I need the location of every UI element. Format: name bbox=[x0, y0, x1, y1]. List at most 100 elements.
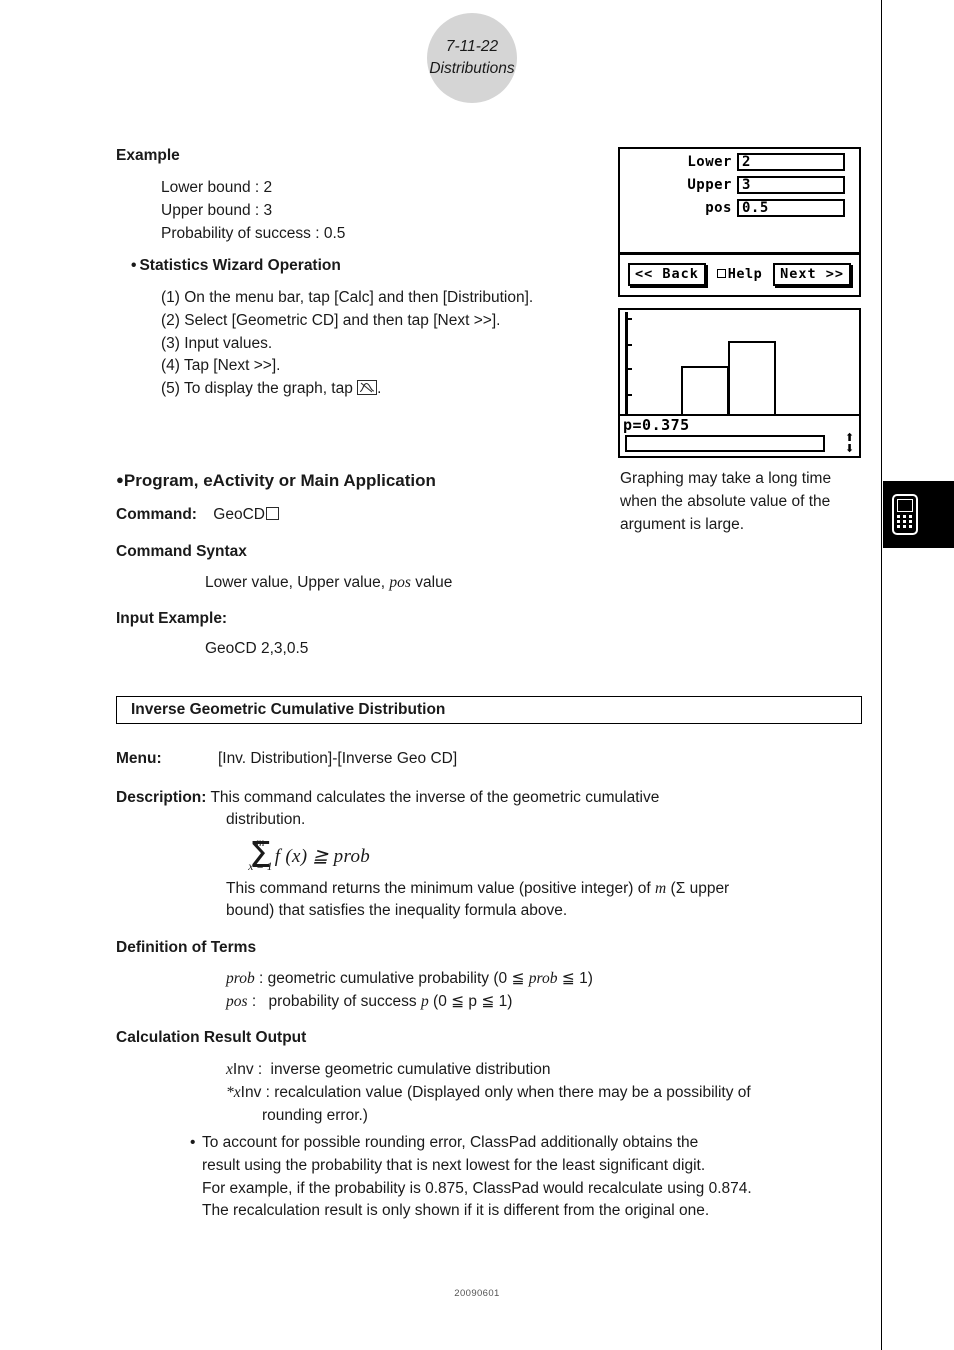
term-pos-sep: : bbox=[251, 993, 257, 1010]
wizard-step-5-tail: . bbox=[377, 380, 382, 398]
graph-y-axis bbox=[625, 312, 628, 416]
wizard-steps: (1) On the menu bar, tap [Calc] and then… bbox=[161, 287, 533, 401]
example-line-upper: Upper bound : 3 bbox=[161, 201, 273, 219]
page-right-rule bbox=[881, 0, 882, 1350]
wizard-row-lower: Lower 2 bbox=[620, 153, 859, 171]
term-pos-post: (0 ≦ p ≦ 1) bbox=[433, 993, 513, 1010]
note-line-3: For example, if the probability is 0.875… bbox=[202, 1179, 752, 1197]
wizard-step-2: (2) Select [Geometric CD] and then tap [… bbox=[161, 311, 501, 329]
command-label: Command: bbox=[116, 506, 197, 523]
example-heading: Example bbox=[116, 147, 180, 164]
calculator-screen-icon bbox=[897, 499, 913, 512]
wizard-help-label: Help bbox=[727, 266, 763, 282]
wizard-next-button[interactable]: Next >> bbox=[773, 262, 851, 286]
menu-value: [Inv. Distribution]-[Inverse Geo CD] bbox=[217, 750, 458, 767]
term-pos: pos bbox=[226, 993, 248, 1010]
chapter-index-tab bbox=[883, 481, 954, 548]
result-xinv-name: Inv : bbox=[232, 1061, 263, 1078]
graph-y-tick bbox=[625, 344, 632, 346]
wizard-label-upper: Upper bbox=[687, 177, 732, 193]
term-prob-post: ≦ 1) bbox=[561, 970, 593, 987]
note-line-2: result using the probability that is nex… bbox=[202, 1156, 706, 1174]
checkbox-icon[interactable] bbox=[716, 269, 726, 278]
graph-scroll-buttons[interactable]: ⬆ ⬇ bbox=[842, 432, 857, 454]
calculator-icon bbox=[892, 494, 918, 535]
example-line-prob: Probability of success : 0.5 bbox=[161, 224, 346, 242]
description-label: Description: bbox=[116, 789, 207, 806]
result-row-star-xinv: *xInv : recalculation value (Displayed o… bbox=[226, 1082, 751, 1105]
wizard-bullet: • bbox=[131, 257, 137, 274]
definition-of-terms-heading: Definition of Terms bbox=[116, 939, 257, 956]
returns-post: (Σ upper bbox=[670, 880, 730, 897]
command-value: GeoCD bbox=[213, 506, 265, 523]
result-row-xinv: xInv : inverse geometric cumulative dist… bbox=[226, 1059, 550, 1082]
page-header-badge: 7-11-22 Distributions bbox=[427, 13, 517, 103]
result-xinv-text: inverse geometric cumulative distributio… bbox=[270, 1061, 551, 1078]
wizard-step-5-text: (5) To display the graph, tap bbox=[161, 380, 353, 398]
returns-italic-m: m bbox=[655, 880, 667, 897]
term-prob-pre: geometric cumulative probability (0 ≦ bbox=[267, 970, 525, 987]
wizard-input-pos[interactable]: 0.5 bbox=[737, 199, 845, 217]
graph-status-bar: ⬆ ⬇ bbox=[620, 432, 859, 456]
summation-formula: m Σ x = 1 f (x) ≧ prob bbox=[248, 834, 371, 878]
wizard-label-pos: pos bbox=[705, 200, 732, 216]
calculator-screenshot-graph: p=0.375 ⬆ ⬇ bbox=[618, 308, 861, 458]
example-line-lower: Lower bound : 2 bbox=[161, 179, 273, 196]
definition-item-pos: pos : probability of success p (0 ≦ p ≦ … bbox=[226, 991, 512, 1014]
wizard-help-checkbox[interactable]: Help bbox=[716, 266, 763, 282]
footer: 20090601 bbox=[0, 1288, 954, 1299]
empty-box-icon bbox=[265, 507, 279, 520]
wizard-input-upper[interactable]: 3 bbox=[737, 176, 845, 194]
syntax-post: value bbox=[415, 574, 453, 591]
wizard-field-rows: Lower 2 Upper 3 pos 0.5 bbox=[620, 153, 859, 222]
wizard-back-button[interactable]: << Back bbox=[628, 262, 706, 286]
syntax-pos: pos bbox=[389, 574, 411, 591]
document-code: 20090601 bbox=[454, 1288, 500, 1299]
screenshot-caption: Graphing may take a long time when the a… bbox=[620, 470, 832, 533]
formula-body: f (x) ≧ prob bbox=[274, 845, 371, 867]
returns-pre: This command returns the minimum value (… bbox=[226, 880, 651, 897]
description-line-2: distribution. bbox=[226, 811, 306, 828]
wizard-row-upper: Upper 3 bbox=[620, 176, 859, 194]
command-syntax-heading: Command Syntax bbox=[116, 543, 247, 560]
graph-status-input[interactable] bbox=[625, 435, 825, 452]
note-bullet: • bbox=[190, 1134, 196, 1151]
input-example-value: GeoCD 2,3,0.5 bbox=[205, 640, 309, 657]
term-pos-italic: p bbox=[420, 993, 429, 1010]
wizard-heading-row: • Statistics Wizard Operation bbox=[131, 257, 341, 275]
wizard-step-1: (1) On the menu bar, tap [Calc] and then… bbox=[161, 289, 534, 306]
wizard-heading: Statistics Wizard Operation bbox=[139, 257, 341, 274]
term-pos-pre: probability of success bbox=[268, 993, 417, 1010]
wizard-input-lower[interactable]: 2 bbox=[737, 153, 845, 171]
page-number: 7-11-22 bbox=[445, 38, 499, 55]
graph-button-icon bbox=[357, 380, 378, 396]
command-row: Command: GeoCD bbox=[116, 504, 279, 527]
graph-y-tick bbox=[625, 318, 632, 320]
returns-line-2: bound) that satisfies the inequality for… bbox=[226, 902, 568, 919]
graph-plot-area bbox=[620, 310, 859, 416]
scroll-down-icon[interactable]: ⬇ bbox=[842, 443, 857, 454]
note-line-4: The recalculation result is only shown i… bbox=[202, 1202, 710, 1220]
description-row: Description: This command calculates the… bbox=[116, 787, 856, 810]
calculator-screenshot-wizard: Lower 2 Upper 3 pos 0.5 << Back Help Nex… bbox=[618, 147, 861, 297]
section-title-box: Inverse Geometric Cumulative Distributio… bbox=[116, 696, 862, 724]
graph-y-tick bbox=[625, 368, 632, 370]
sigma-icon: m Σ x = 1 bbox=[248, 837, 272, 874]
rounding-note: • To account for possible rounding error… bbox=[190, 1132, 752, 1223]
term-prob-sep: : bbox=[259, 970, 264, 987]
definition-item-prob: prob : geometric cumulative probability … bbox=[226, 968, 593, 991]
result-star-xinv-text-cont: rounding error.) bbox=[262, 1107, 368, 1124]
result-star-xinv-text: recalculation value (Displayed only when… bbox=[274, 1084, 751, 1101]
command-syntax-line: Lower value, Upper value, pos value bbox=[205, 572, 452, 595]
section-title: Inverse Geometric Cumulative Distributio… bbox=[131, 701, 446, 718]
menu-row: Menu: [Inv. Distribution]-[Inverse Geo C… bbox=[116, 748, 457, 771]
program-bullet: ● bbox=[116, 472, 124, 487]
result-star-xinv-italic: *x bbox=[226, 1084, 241, 1101]
result-xinv-italic: x bbox=[226, 1061, 233, 1078]
wizard-button-bar: << Back Help Next >> bbox=[620, 255, 859, 293]
wizard-step-4: (4) Tap [Next >>]. bbox=[161, 357, 281, 375]
wizard-step-3: (3) Input values. bbox=[161, 334, 273, 352]
program-heading-row: ●Program, eActivity or Main Application bbox=[116, 471, 436, 491]
syntax-comma: , bbox=[380, 574, 386, 591]
note-line-1: To account for possible rounding error, … bbox=[202, 1134, 699, 1151]
